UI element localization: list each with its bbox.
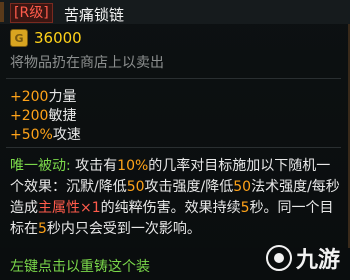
item-name: 苦痛锁链 [64, 6, 125, 24]
stat-value: +200 [10, 89, 49, 105]
passive-highlight: 5 [38, 221, 47, 237]
item-price: 36000 [34, 29, 82, 47]
passive-description: 唯一被动: 攻击有10%的几率对目标施加以下随机一个效果：沉默/降低50攻击强度… [10, 156, 340, 240]
passive-text: 秒内只会受到一次影响。 [46, 221, 201, 237]
watermark-text: 九游 [295, 248, 340, 273]
passive-highlight: 主属性×1 [38, 200, 101, 216]
passive-highlight: 10% [117, 158, 149, 174]
item-tooltip: [R级] 苦痛锁链 G 36000 将物品扔在商店上以卖出 +200力量 +20… [0, 0, 350, 280]
passive-text: 攻击强度/降低 [144, 179, 234, 195]
divider [6, 78, 341, 79]
header-accent [0, 2, 4, 22]
stat-attack-speed: +50%攻速 [10, 124, 81, 144]
stat-label: 力量 [48, 89, 77, 105]
passive-highlight: 5 [240, 200, 250, 216]
reforge-hint[interactable]: 左键点击以重铸这个装 [10, 256, 150, 276]
jiuyou-logo-icon [265, 245, 292, 271]
stat-strength: +200力量 [10, 86, 76, 106]
stat-value: +50% [10, 127, 53, 143]
stat-label: 敏捷 [48, 108, 77, 124]
passive-title: 唯一被动: [10, 158, 71, 174]
sell-hint: 将物品扔在商店上以卖出 [10, 55, 164, 71]
passive-highlight: 50 [126, 179, 145, 195]
price-row: G 36000 [10, 29, 82, 47]
stat-label: 攻速 [52, 127, 81, 143]
divider [6, 147, 341, 148]
passive-highlight: 50 [233, 179, 252, 195]
passive-text: 攻击有 [75, 158, 118, 174]
watermark: 九游 [265, 242, 340, 274]
passive-text: 的纯粹伤害。效果持续 [100, 200, 241, 216]
stat-agility: +200敏捷 [10, 105, 76, 125]
stat-value: +200 [10, 108, 49, 124]
tooltip-header: [R级] 苦痛锁链 [0, 0, 350, 24]
rank-badge: [R级] [10, 3, 53, 23]
gold-coin-icon: G [10, 29, 28, 47]
